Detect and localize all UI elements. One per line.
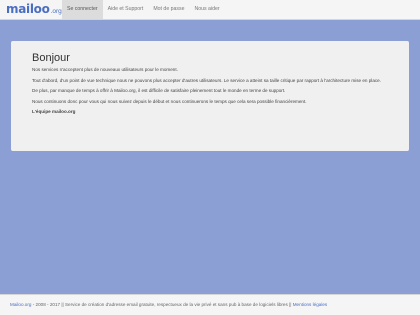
paragraph-support: De plus, par manque de temps à offrir à …	[32, 88, 286, 93]
logo-suffix: .org	[50, 8, 62, 15]
nav-login[interactable]: Se connecter	[62, 0, 103, 19]
footer-text: - 2008 - 2017 || Service de création d'a…	[31, 302, 293, 307]
footer-site-link[interactable]: Mailoo.org	[10, 302, 31, 307]
mailoo-logo[interactable]: mailoo .org	[6, 2, 62, 18]
nav-help-support[interactable]: Aide et Support	[103, 0, 149, 19]
top-navbar: mailoo .org Se connecter Aide et Support…	[0, 0, 420, 20]
message-card: Bonjour Nos services n'acceptent plus de…	[11, 41, 409, 151]
signature: L'équipe mailoo.org	[32, 109, 76, 114]
nav-password[interactable]: Mot de passe	[148, 0, 189, 19]
paragraph-continue: Nous continuons donc pour vous qui nous …	[32, 98, 307, 104]
paragraph-technical: Tout d'abord, d'un point de vue techniqu…	[32, 77, 382, 83]
footer-legal-link[interactable]: Mentions légales	[293, 302, 327, 307]
logo-text: mailoo	[6, 2, 50, 16]
paragraph-closed: Nos services n'acceptent plus de nouveau…	[32, 67, 178, 72]
nav-help-us[interactable]: Nous aider	[190, 0, 225, 19]
main-nav: Se connecter Aide et Support Mot de pass…	[62, 0, 225, 19]
footer: Mailoo.org - 2008 - 2017 || Service de c…	[0, 294, 420, 315]
page-title: Bonjour	[32, 52, 70, 64]
